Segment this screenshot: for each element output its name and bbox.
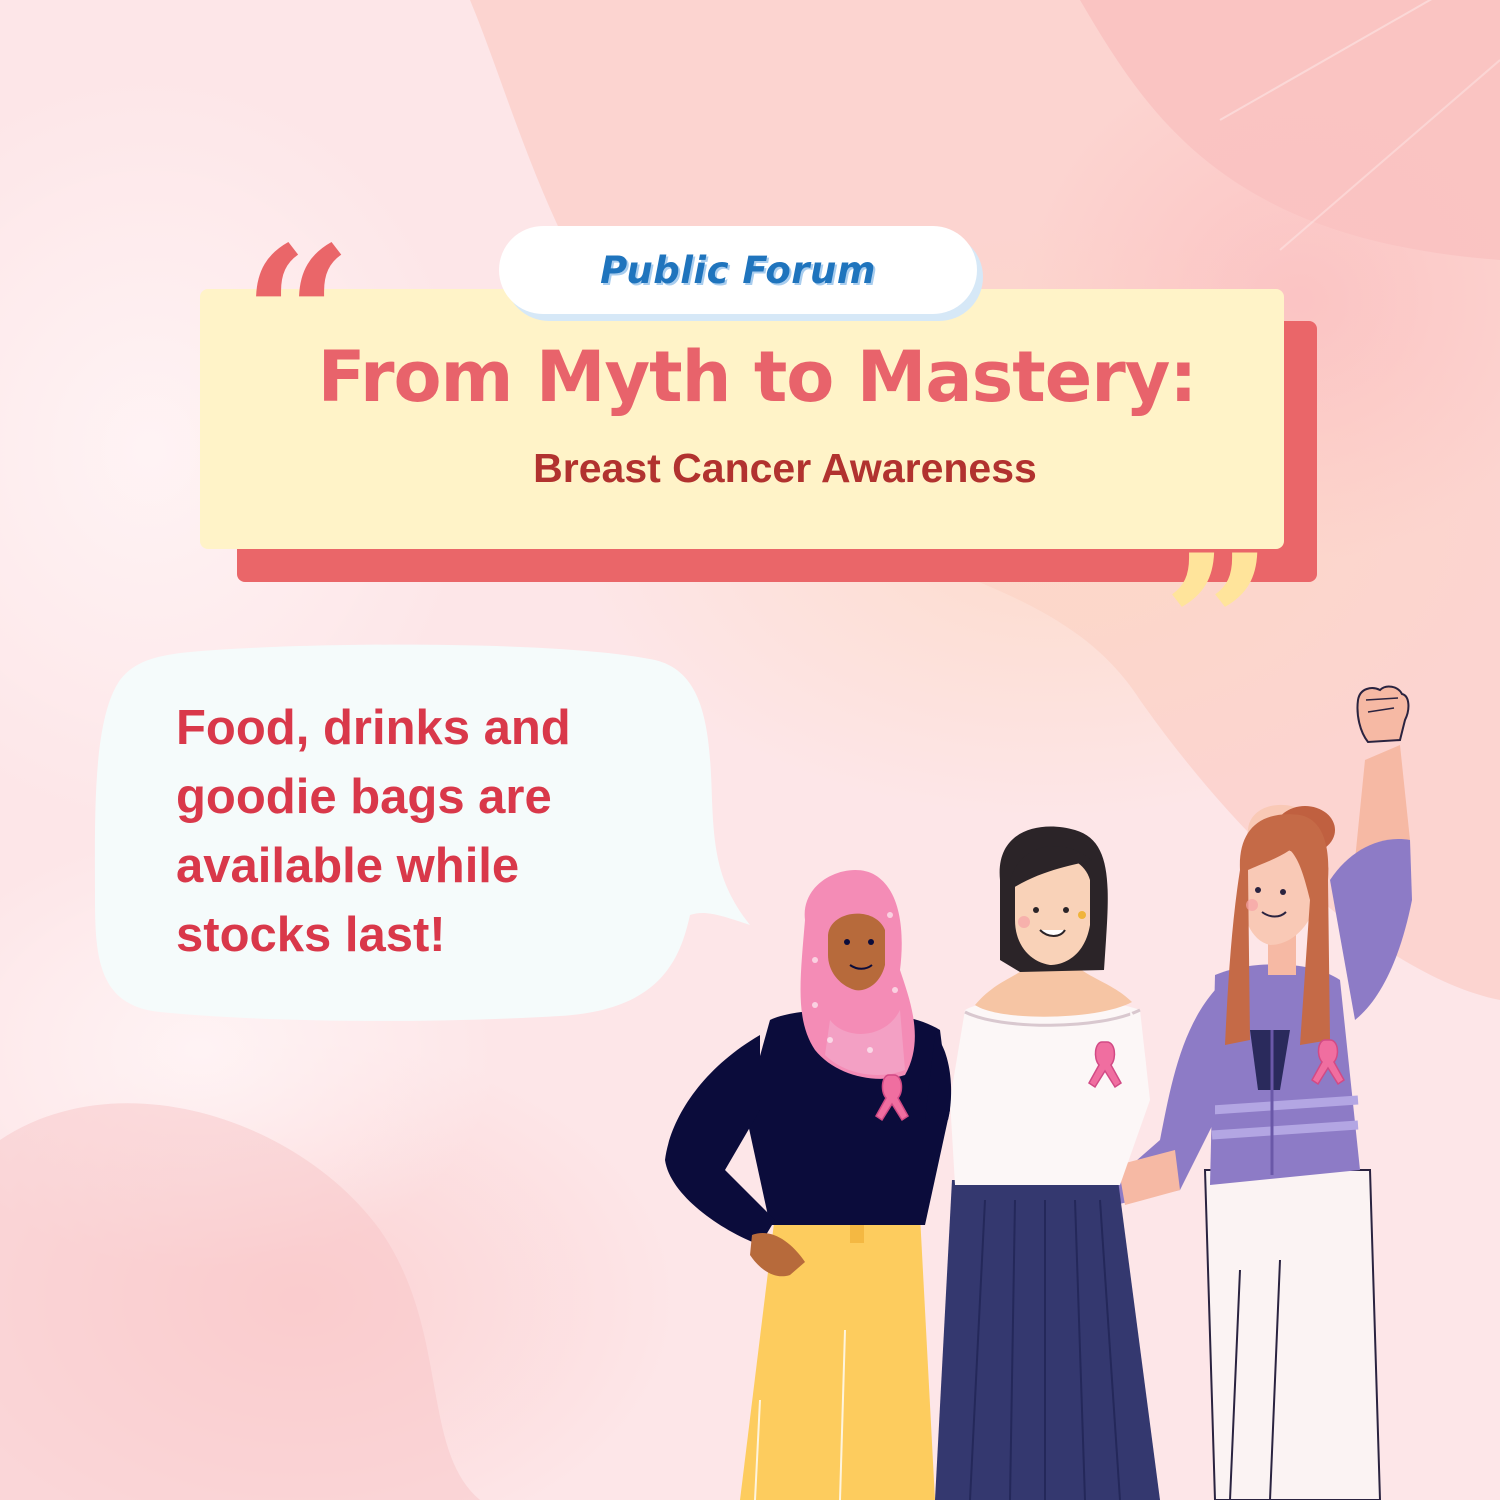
poster: “ ” Public Forum From Myth to Mastery: B… [0,0,1500,1500]
raised-fist-icon [1356,685,1410,744]
woman-purple-cardigan [1115,685,1412,1500]
woman-white-top [935,826,1160,1500]
women-illustration [665,685,1412,1500]
woman-in-hijab [665,870,952,1500]
